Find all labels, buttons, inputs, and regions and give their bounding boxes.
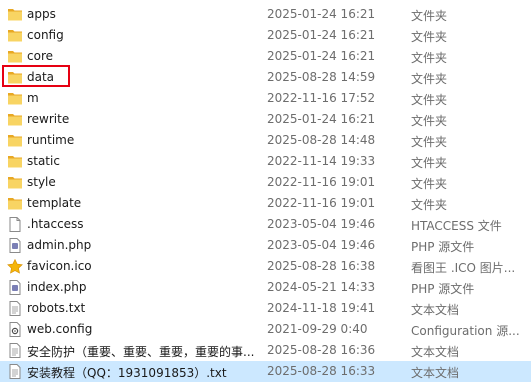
file-row[interactable]: core 2025-01-24 16:21 文件夹 bbox=[0, 46, 531, 67]
file-row[interactable]: m 2022-11-16 17:52 文件夹 bbox=[0, 88, 531, 109]
folder-icon bbox=[7, 154, 23, 169]
file-type: 文件夹 bbox=[411, 72, 448, 86]
text-file-icon bbox=[7, 343, 23, 358]
folder-icon bbox=[7, 91, 23, 106]
file-type: 文件夹 bbox=[411, 135, 448, 149]
file-type: 文件夹 bbox=[411, 114, 448, 128]
file-date: 2025-01-24 16:21 bbox=[267, 7, 376, 21]
file-name: 安全防护（重要、重要、重要，重要的事... bbox=[27, 345, 255, 359]
file-type: HTACCESS 文件 bbox=[411, 219, 502, 233]
file-date: 2024-05-21 14:33 bbox=[267, 280, 376, 294]
file-row[interactable]: .htaccess 2023-05-04 19:46 HTACCESS 文件 bbox=[0, 214, 531, 235]
file-date: 2025-08-28 14:48 bbox=[267, 133, 376, 147]
file-row[interactable]: 安全防护（重要、重要、重要，重要的事... 2025-08-28 16:36 文本文… bbox=[0, 340, 531, 361]
file-type: 文件夹 bbox=[411, 156, 448, 170]
php-file-icon bbox=[7, 238, 23, 253]
file-name: 安装教程（QQ：1931091853）.txt bbox=[27, 366, 227, 380]
file-name: runtime bbox=[27, 133, 75, 147]
folder-icon bbox=[7, 175, 23, 190]
file-row[interactable]: favicon.ico 2025-08-28 16:38 看图王 .ICO 图片..… bbox=[0, 256, 531, 277]
file-type: 看图王 .ICO 图片... bbox=[411, 261, 516, 275]
file-date: 2025-01-24 16:21 bbox=[267, 112, 376, 126]
file-date: 2025-08-28 16:36 bbox=[267, 343, 376, 357]
config-file-icon bbox=[7, 322, 23, 337]
text-file-icon bbox=[7, 301, 23, 316]
file-row[interactable]: rewrite 2025-01-24 16:21 文件夹 bbox=[0, 109, 531, 130]
file-icon bbox=[7, 217, 23, 232]
file-type: PHP 源文件 bbox=[411, 240, 475, 254]
folder-icon bbox=[7, 49, 23, 64]
file-type: 文件夹 bbox=[411, 51, 448, 65]
file-row[interactable]: robots.txt 2024-11-18 19:41 文本文档 bbox=[0, 298, 531, 319]
file-row[interactable]: 安装教程（QQ：1931091853）.txt 2025-08-28 16:33 文… bbox=[0, 361, 531, 382]
star-icon bbox=[7, 258, 23, 274]
file-date: 2025-01-24 16:21 bbox=[267, 49, 376, 63]
file-row[interactable]: static 2022-11-14 19:33 文件夹 bbox=[0, 151, 531, 172]
file-row[interactable]: admin.php 2023-05-04 19:46 PHP 源文件 bbox=[0, 235, 531, 256]
file-date: 2025-08-28 16:38 bbox=[267, 259, 376, 273]
folder-icon bbox=[7, 7, 23, 22]
file-date: 2025-08-28 16:33 bbox=[267, 364, 376, 378]
file-date: 2024-11-18 19:41 bbox=[267, 301, 376, 315]
file-type: 文件夹 bbox=[411, 93, 448, 107]
php-file-icon bbox=[7, 280, 23, 295]
file-row[interactable]: runtime 2025-08-28 14:48 文件夹 bbox=[0, 130, 531, 151]
file-date: 2022-11-14 19:33 bbox=[267, 154, 376, 168]
file-name: template bbox=[27, 196, 82, 210]
file-name: apps bbox=[27, 7, 56, 21]
file-name: m bbox=[27, 91, 39, 105]
file-type: Configuration 源... bbox=[411, 324, 520, 338]
file-date: 2025-01-24 16:21 bbox=[267, 28, 376, 42]
file-date: 2021-09-29 0:40 bbox=[267, 322, 368, 336]
file-name: web.config bbox=[27, 322, 93, 336]
file-row[interactable]: style 2022-11-16 19:01 文件夹 bbox=[0, 172, 531, 193]
file-type: PHP 源文件 bbox=[411, 282, 475, 296]
folder-icon bbox=[7, 112, 23, 127]
file-row[interactable]: index.php 2024-05-21 14:33 PHP 源文件 bbox=[0, 277, 531, 298]
file-row[interactable]: apps 2025-01-24 16:21 文件夹 bbox=[0, 4, 531, 25]
file-name: config bbox=[27, 28, 64, 42]
file-name: .htaccess bbox=[27, 217, 84, 231]
file-row[interactable]: data 2025-08-28 14:59 文件夹 bbox=[0, 67, 531, 88]
file-type: 文本文档 bbox=[411, 345, 460, 359]
file-name: data bbox=[27, 70, 55, 84]
file-date: 2023-05-04 19:46 bbox=[267, 217, 376, 231]
folder-icon bbox=[7, 28, 23, 43]
file-date: 2023-05-04 19:46 bbox=[267, 238, 376, 252]
file-name: rewrite bbox=[27, 112, 70, 126]
folder-icon bbox=[7, 133, 23, 148]
file-name: robots.txt bbox=[27, 301, 86, 315]
file-type: 文件夹 bbox=[411, 177, 448, 191]
file-name: admin.php bbox=[27, 238, 92, 252]
text-file-icon bbox=[7, 364, 23, 379]
file-type: 文件夹 bbox=[411, 30, 448, 44]
file-name: index.php bbox=[27, 280, 87, 294]
file-type: 文件夹 bbox=[411, 198, 448, 212]
file-name: style bbox=[27, 175, 56, 189]
file-date: 2022-11-16 17:52 bbox=[267, 91, 376, 105]
file-row[interactable]: config 2025-01-24 16:21 文件夹 bbox=[0, 25, 531, 46]
file-name: static bbox=[27, 154, 60, 168]
file-name: core bbox=[27, 49, 53, 63]
file-date: 2022-11-16 19:01 bbox=[267, 196, 376, 210]
file-type: 文本文档 bbox=[411, 303, 460, 317]
file-list: apps 2025-01-24 16:21 文件夹 config 2025-01-24 … bbox=[0, 0, 531, 390]
file-date: 2025-08-28 14:59 bbox=[267, 70, 376, 84]
file-name: favicon.ico bbox=[27, 259, 92, 273]
folder-icon bbox=[7, 70, 23, 85]
folder-icon bbox=[7, 196, 23, 211]
file-row[interactable]: web.config 2021-09-29 0:40 Configuration 源… bbox=[0, 319, 531, 340]
file-type: 文件夹 bbox=[411, 9, 448, 23]
file-date: 2022-11-16 19:01 bbox=[267, 175, 376, 189]
file-type: 文本文档 bbox=[411, 366, 460, 380]
file-row[interactable]: template 2022-11-16 19:01 文件夹 bbox=[0, 193, 531, 214]
